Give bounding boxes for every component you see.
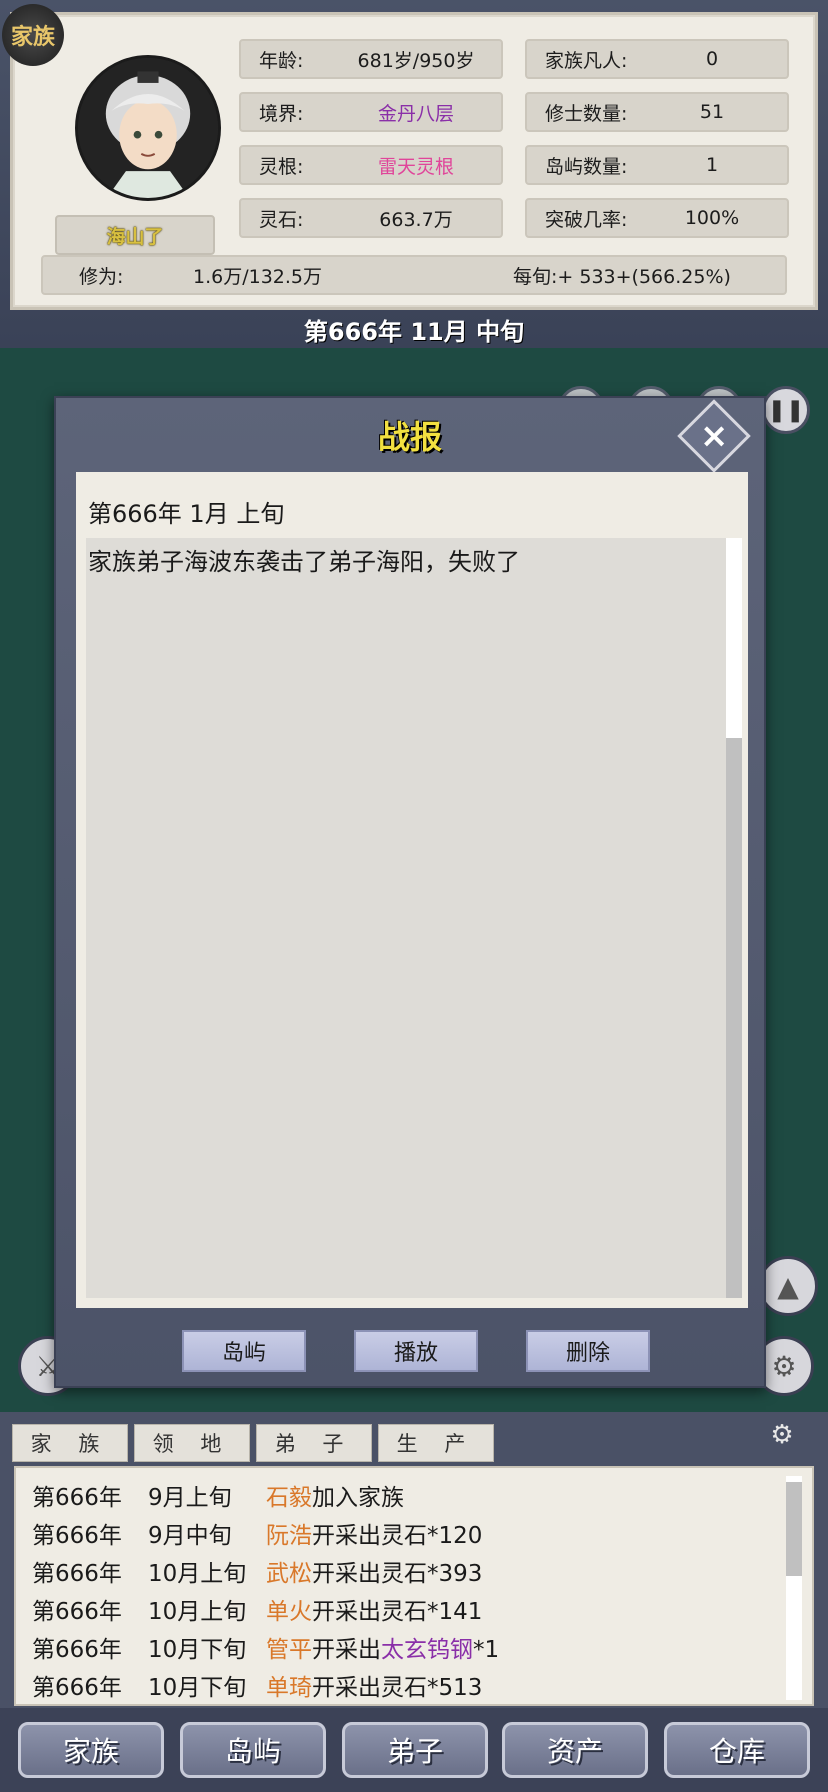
log-entry-name: 阮浩	[266, 1523, 312, 1549]
stat-age: 年龄: 681岁/950岁	[239, 39, 503, 79]
delete-button[interactable]: 删除	[526, 1330, 650, 1372]
battle-report-dialog: 战报 × 第666年 1月 上旬 家族弟子海波东袭击了弟子海阳，失败了 岛屿 播…	[54, 396, 766, 1388]
stat-spirit-stones: 灵石: 663.7万	[239, 198, 503, 238]
player-avatar[interactable]	[75, 55, 221, 201]
close-icon: ×	[699, 416, 729, 456]
mountain-button[interactable]: ▲	[758, 1256, 818, 1316]
log-entry-item: 太玄钨钢	[381, 1637, 473, 1663]
log-entry-name: 石毅	[266, 1485, 312, 1511]
tab-family[interactable]: 家 族	[12, 1424, 128, 1462]
log-entry-name: 管平	[266, 1637, 312, 1663]
avatar-portrait-icon	[78, 58, 218, 198]
report-scrollbar[interactable]	[726, 538, 742, 1298]
nav-assets[interactable]: 资产	[502, 1722, 648, 1778]
log-entry-name: 单琦	[266, 1675, 312, 1701]
log-options-icon[interactable]: ⚙	[752, 1420, 812, 1456]
log-entry-name: 武松	[266, 1561, 312, 1587]
pause-icon: ❚❚	[767, 397, 805, 423]
islands-button[interactable]: 岛屿	[182, 1330, 306, 1372]
close-button[interactable]: ×	[677, 399, 751, 473]
report-date: 第666年 1月 上旬	[88, 500, 285, 528]
log-scrollbar-thumb[interactable]	[786, 1482, 802, 1576]
report-text-area[interactable]: 家族弟子海波东袭击了弟子海阳，失败了	[86, 538, 728, 1298]
stat-breakthrough: 突破几率: 100%	[525, 198, 789, 238]
nav-disciples[interactable]: 弟子	[342, 1722, 488, 1778]
stat-islands: 岛屿数量: 1	[525, 145, 789, 185]
log-entry-name: 单火	[266, 1599, 312, 1625]
stat-spirit-root: 灵根: 雷天灵根	[239, 145, 503, 185]
game-date: 第666年 11月 中旬	[303, 317, 525, 346]
tab-territory[interactable]: 领 地	[134, 1424, 250, 1462]
pause-button[interactable]: ❚❚	[762, 386, 810, 434]
event-log[interactable]: 第666年 9月上旬 石毅加入家族 第666年 9月中旬 阮浩开采出灵石*120…	[14, 1466, 814, 1706]
stat-mortals: 家族凡人: 0	[525, 39, 789, 79]
stat-cultivation: 修为: 1.6万/132.5万 每旬:+ 533+(566.25%)	[41, 255, 787, 295]
report-body: 第666年 1月 上旬 家族弟子海波东袭击了弟子海阳，失败了	[76, 472, 748, 1308]
stat-realm: 境界: 金丹八层	[239, 92, 503, 132]
log-scrollbar[interactable]	[786, 1476, 802, 1700]
stat-cultivators: 修士数量: 51	[525, 92, 789, 132]
nav-islands[interactable]: 岛屿	[180, 1722, 326, 1778]
nav-family[interactable]: 家族	[18, 1722, 164, 1778]
nav-warehouse[interactable]: 仓库	[664, 1722, 810, 1778]
dialog-title: 战报	[377, 418, 442, 456]
report-scrollbar-thumb[interactable]	[726, 738, 742, 1298]
mountain-icon: ▲	[777, 1269, 799, 1303]
tab-disciples[interactable]: 弟 子	[256, 1424, 372, 1462]
status-panel: 海山了 年龄: 681岁/950岁 境界: 金丹八层 灵根: 雷天灵根 灵石: …	[10, 12, 818, 310]
player-name[interactable]: 海山了	[55, 215, 215, 255]
report-text: 家族弟子海波东袭击了弟子海阳，失败了	[88, 548, 520, 576]
tab-production[interactable]: 生 产	[378, 1424, 494, 1462]
gear-icon: ⚙	[771, 1349, 797, 1383]
family-badge[interactable]: 家族	[2, 4, 64, 66]
play-button[interactable]: 播放	[354, 1330, 478, 1372]
